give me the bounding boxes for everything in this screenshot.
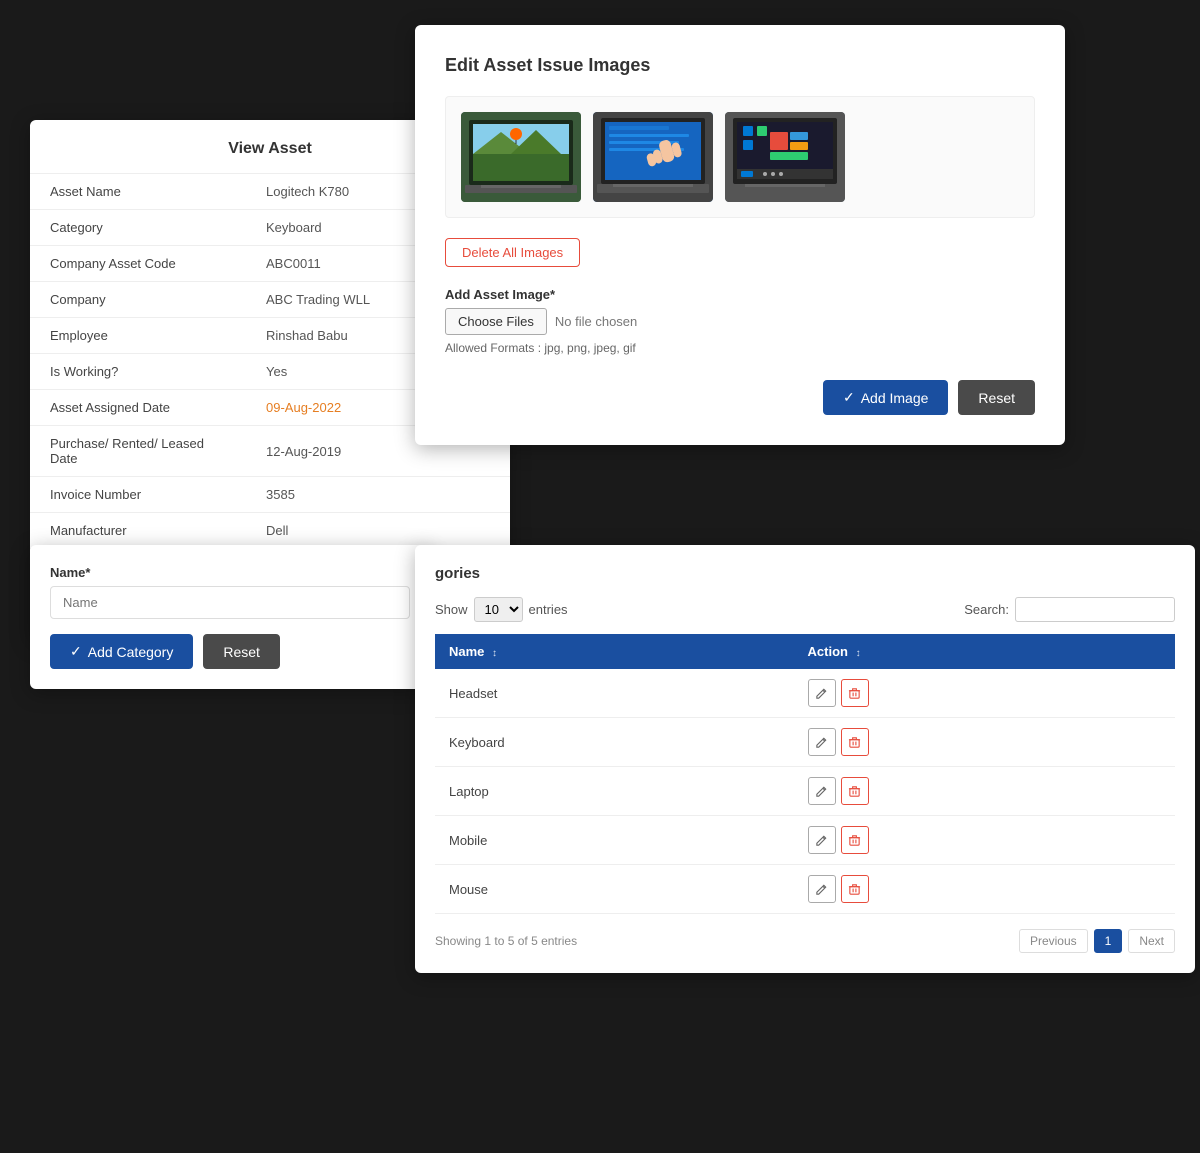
asset-detail-row: ManufacturerDell [30,513,510,549]
sort-icon-action: ↕ [856,648,861,659]
showing-entries-text: Showing 1 to 5 of 5 entries [435,934,577,948]
edit-button[interactable] [808,679,836,707]
action-buttons [808,777,1161,805]
edit-images-actions: ✓ Add Image Reset [445,380,1035,415]
entries-select[interactable]: 10 25 50 [474,597,523,622]
category-action-cell [794,718,1175,767]
table-row: Headset [435,669,1175,718]
categories-table-section: gories Show 10 25 50 entries Search: Nam… [415,545,1195,973]
delete-all-button[interactable]: Delete All Images [445,238,580,267]
categories-table-body: Headset Key [435,669,1175,914]
asset-detail-row: Invoice Number3585 [30,477,510,513]
table-row: Mouse [435,865,1175,914]
column-action: Action ↕ [794,634,1175,669]
asset-field-value: Dell [246,513,510,549]
checkmark-icon-cat: ✓ [70,643,82,660]
category-action-cell [794,816,1175,865]
delete-button[interactable] [841,875,869,903]
next-page-button[interactable]: Next [1128,929,1175,953]
table-row: Keyboard [435,718,1175,767]
category-name-cell: Keyboard [435,718,794,767]
reset-button-edit[interactable]: Reset [958,380,1035,415]
previous-page-button[interactable]: Previous [1019,929,1088,953]
image-thumb-1 [461,112,581,202]
category-name-label: Name* [50,565,410,580]
asset-field-label: Is Working? [30,354,246,390]
entries-label: entries [529,602,568,617]
table-row: Laptop [435,767,1175,816]
action-buttons [808,728,1161,756]
category-name-cell: Mouse [435,865,794,914]
search-label: Search: [964,602,1009,617]
category-form-actions: ✓ Add Category Reset [50,634,410,669]
search-input[interactable] [1015,597,1175,622]
category-name-cell: Mobile [435,816,794,865]
asset-field-label: Manufacturer [30,513,246,549]
asset-field-label: Employee [30,318,246,354]
edit-button[interactable] [808,875,836,903]
reset-button-category[interactable]: Reset [203,634,280,669]
edit-button[interactable] [808,728,836,756]
table-header: Name ↕ Action ↕ [435,634,1175,669]
checkmark-icon: ✓ [843,389,855,406]
no-file-text: No file chosen [555,314,637,329]
page-1-button[interactable]: 1 [1094,929,1123,953]
add-category-label: Add Category [88,644,174,660]
category-name-group: Name* [50,565,410,634]
category-form-section: Name* ✓ Add Category Reset [30,545,430,689]
action-buttons [808,826,1161,854]
categories-data-table: Name ↕ Action ↕ Headset [435,634,1175,914]
asset-field-label: Purchase/ Rented/ Leased Date [30,426,246,477]
edit-button[interactable] [808,777,836,805]
delete-button[interactable] [841,777,869,805]
asset-field-label: Invoice Number [30,477,246,513]
delete-button[interactable] [841,826,869,854]
delete-button[interactable] [841,679,869,707]
edit-images-card: Edit Asset Issue Images [415,25,1065,445]
asset-field-value: 3585 [246,477,510,513]
add-image-label-btn: Add Image [861,390,929,406]
show-entries: Show 10 25 50 entries [435,597,568,622]
asset-field-label: Asset Name [30,174,246,210]
category-name-cell: Headset [435,669,794,718]
image-thumb-2 [593,112,713,202]
show-label: Show [435,602,468,617]
allowed-formats-text: Allowed Formats : jpg, png, jpeg, gif [445,341,1035,355]
category-name-cell: Laptop [435,767,794,816]
images-preview [445,96,1035,218]
action-buttons [808,679,1161,707]
category-action-cell [794,767,1175,816]
asset-field-label: Company [30,282,246,318]
search-area: Search: [964,597,1175,622]
table-header-row: Name ↕ Action ↕ [435,634,1175,669]
edit-button[interactable] [808,826,836,854]
asset-field-label: Category [30,210,246,246]
asset-field-label: Asset Assigned Date [30,390,246,426]
add-image-label: Add Asset Image* [445,287,1035,302]
action-buttons [808,875,1161,903]
edit-images-title: Edit Asset Issue Images [445,55,1035,76]
categories-title: gories [435,565,1175,582]
table-controls: Show 10 25 50 entries Search: [435,597,1175,622]
delete-button[interactable] [841,728,869,756]
category-action-cell [794,865,1175,914]
image-thumb-3 [725,112,845,202]
file-input-row: Choose Files No file chosen [445,308,1035,335]
pagination: Previous 1 Next [1019,929,1175,953]
table-row: Mobile [435,816,1175,865]
table-footer: Showing 1 to 5 of 5 entries Previous 1 N… [435,929,1175,953]
category-name-input[interactable] [50,586,410,619]
asset-field-label: Company Asset Code [30,246,246,282]
add-image-button[interactable]: ✓ Add Image [823,380,948,415]
sort-icon-name: ↕ [492,648,497,659]
add-category-button[interactable]: ✓ Add Category [50,634,193,669]
category-action-cell [794,669,1175,718]
choose-files-button[interactable]: Choose Files [445,308,547,335]
add-image-form: Add Asset Image* Choose Files No file ch… [445,287,1035,355]
column-name: Name ↕ [435,634,794,669]
